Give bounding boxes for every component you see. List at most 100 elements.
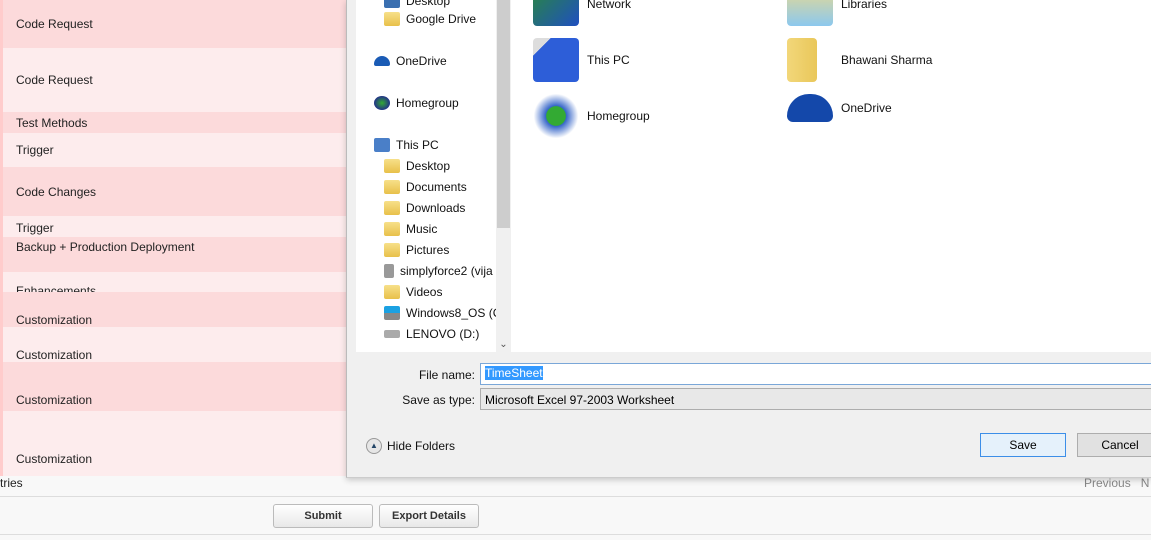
scrollbar-thumb[interactable]: [497, 0, 510, 228]
hide-folders-button[interactable]: ▲ Hide Folders: [366, 438, 455, 454]
folder-icon: [384, 243, 400, 257]
nav-item-d-drive[interactable]: LENOVO (D:): [384, 327, 479, 341]
item-onedrive[interactable]: OneDrive: [787, 94, 892, 122]
table-row: Test Methods: [0, 112, 346, 133]
nav-scrollbar[interactable]: ⌄: [496, 0, 511, 352]
nav-label: LENOVO (D:): [406, 327, 480, 341]
file-name-input[interactable]: TimeSheet: [480, 363, 1151, 385]
pagination: Previous N: [1084, 476, 1149, 490]
export-details-button[interactable]: Export Details: [379, 504, 479, 528]
drive-icon: [384, 306, 400, 320]
nav-item-desktop[interactable]: Desktop: [384, 159, 450, 173]
onedrive-icon: [374, 56, 390, 66]
nav-label: Homegroup: [396, 96, 459, 110]
row-label: Customization: [16, 312, 93, 327]
item-label: Libraries: [841, 0, 888, 11]
folder-icon: [384, 159, 400, 173]
row-label: Trigger: [16, 143, 54, 157]
table-row: Customization: [0, 327, 346, 362]
save-type-select[interactable]: Microsoft Excel 97-2003 Worksheet: [480, 388, 1151, 410]
save-as-dialog: Desktop Google Drive OneDrive Homegroup …: [346, 0, 1151, 478]
onedrive-icon: [787, 94, 833, 122]
row-label: Customization: [16, 347, 93, 362]
previous-link[interactable]: Previous: [1084, 476, 1131, 490]
homegroup-icon: [533, 94, 579, 138]
table-row: Code Request: [0, 48, 346, 112]
table-row: Enhancements: [0, 272, 346, 298]
nav-item-documents[interactable]: Documents: [384, 180, 467, 194]
file-name-label: File name:: [418, 368, 475, 382]
nav-label: Desktop: [406, 0, 451, 8]
item-label: Bhawani Sharma: [841, 53, 933, 67]
row-label: Test Methods: [16, 115, 88, 130]
file-name-value: TimeSheet: [485, 366, 543, 380]
folder-icon: [384, 201, 400, 215]
nav-label: Downloads: [406, 201, 466, 215]
nav-label: Documents: [406, 180, 467, 194]
item-user-folder[interactable]: Bhawani Sharma: [787, 38, 932, 82]
libraries-icon: [787, 0, 833, 26]
item-libraries[interactable]: Libraries: [787, 0, 887, 26]
nav-item-this-pc[interactable]: This PC: [374, 138, 439, 152]
nav-item-network-drive[interactable]: simplyforce2 (vija: [384, 264, 496, 278]
folder-icon: [384, 180, 400, 194]
item-homegroup[interactable]: Homegroup: [533, 94, 650, 138]
network-icon: [533, 0, 579, 26]
nav-label: Music: [406, 222, 438, 236]
table-row: Code Request: [0, 0, 346, 48]
table-row: Customization: [0, 362, 346, 411]
table-row: Trigger: [0, 216, 346, 237]
hide-folders-label: Hide Folders: [387, 439, 456, 453]
item-label: OneDrive: [841, 101, 892, 115]
user-folder-icon: [787, 38, 817, 82]
nav-item-google-drive[interactable]: Google Drive: [384, 12, 476, 26]
nav-item-videos[interactable]: Videos: [384, 285, 442, 299]
row-label: Backup + Production Deployment: [16, 239, 195, 254]
google-drive-icon: [384, 12, 400, 26]
nav-item-desktop[interactable]: Desktop: [384, 0, 450, 8]
save-type-label: Save as type:: [402, 393, 475, 407]
row-label: Code Request: [16, 17, 93, 31]
table-row: Trigger: [0, 133, 346, 167]
table-row: Backup + Production Deployment: [0, 237, 346, 272]
homegroup-icon: [374, 96, 390, 110]
nav-label: OneDrive: [396, 54, 447, 68]
nav-item-downloads[interactable]: Downloads: [384, 201, 465, 215]
item-label: This PC: [587, 53, 630, 67]
chevron-up-icon: ▲: [366, 438, 382, 454]
cancel-button[interactable]: Cancel: [1077, 433, 1151, 457]
table-row: Customization: [0, 292, 346, 327]
nav-label: Pictures: [406, 243, 450, 257]
divider: [0, 534, 1151, 535]
item-this-pc[interactable]: This PC: [533, 38, 630, 82]
nav-label: Windows8_OS (C: [406, 306, 496, 320]
entries-info: tries: [0, 476, 23, 490]
save-button[interactable]: Save: [980, 433, 1066, 457]
folder-icon: [384, 222, 400, 236]
drive-icon: [384, 330, 400, 338]
submit-button[interactable]: Submit: [273, 504, 373, 528]
network-drive-icon: [384, 264, 394, 278]
desktop-icon: [384, 0, 400, 8]
item-network[interactable]: Network: [533, 0, 631, 26]
nav-label: Desktop: [406, 159, 451, 173]
nav-label: Google Drive: [406, 12, 477, 26]
nav-label: This PC: [396, 138, 439, 152]
nav-item-c-drive[interactable]: Windows8_OS (C: [384, 306, 496, 320]
item-label: Network: [587, 0, 632, 11]
nav-item-pictures[interactable]: Pictures: [384, 243, 449, 257]
chevron-down-icon[interactable]: ⌄: [496, 339, 511, 350]
nav-item-homegroup[interactable]: Homegroup: [374, 96, 459, 110]
nav-item-music[interactable]: Music: [384, 222, 437, 236]
row-label: Code Request: [16, 73, 93, 87]
table-row: Code Changes: [0, 167, 346, 216]
row-label: Customization: [16, 392, 93, 407]
row-label: Code Changes: [16, 184, 97, 199]
next-link[interactable]: N: [1141, 476, 1150, 490]
row-label: Customization: [16, 451, 93, 466]
content-pane: Network Libraries This PC Bhawani Sharma…: [511, 0, 1151, 352]
computer-icon: [533, 38, 579, 82]
nav-item-onedrive[interactable]: OneDrive: [374, 54, 447, 68]
folder-icon: [384, 285, 400, 299]
row-label: Trigger: [16, 220, 54, 235]
